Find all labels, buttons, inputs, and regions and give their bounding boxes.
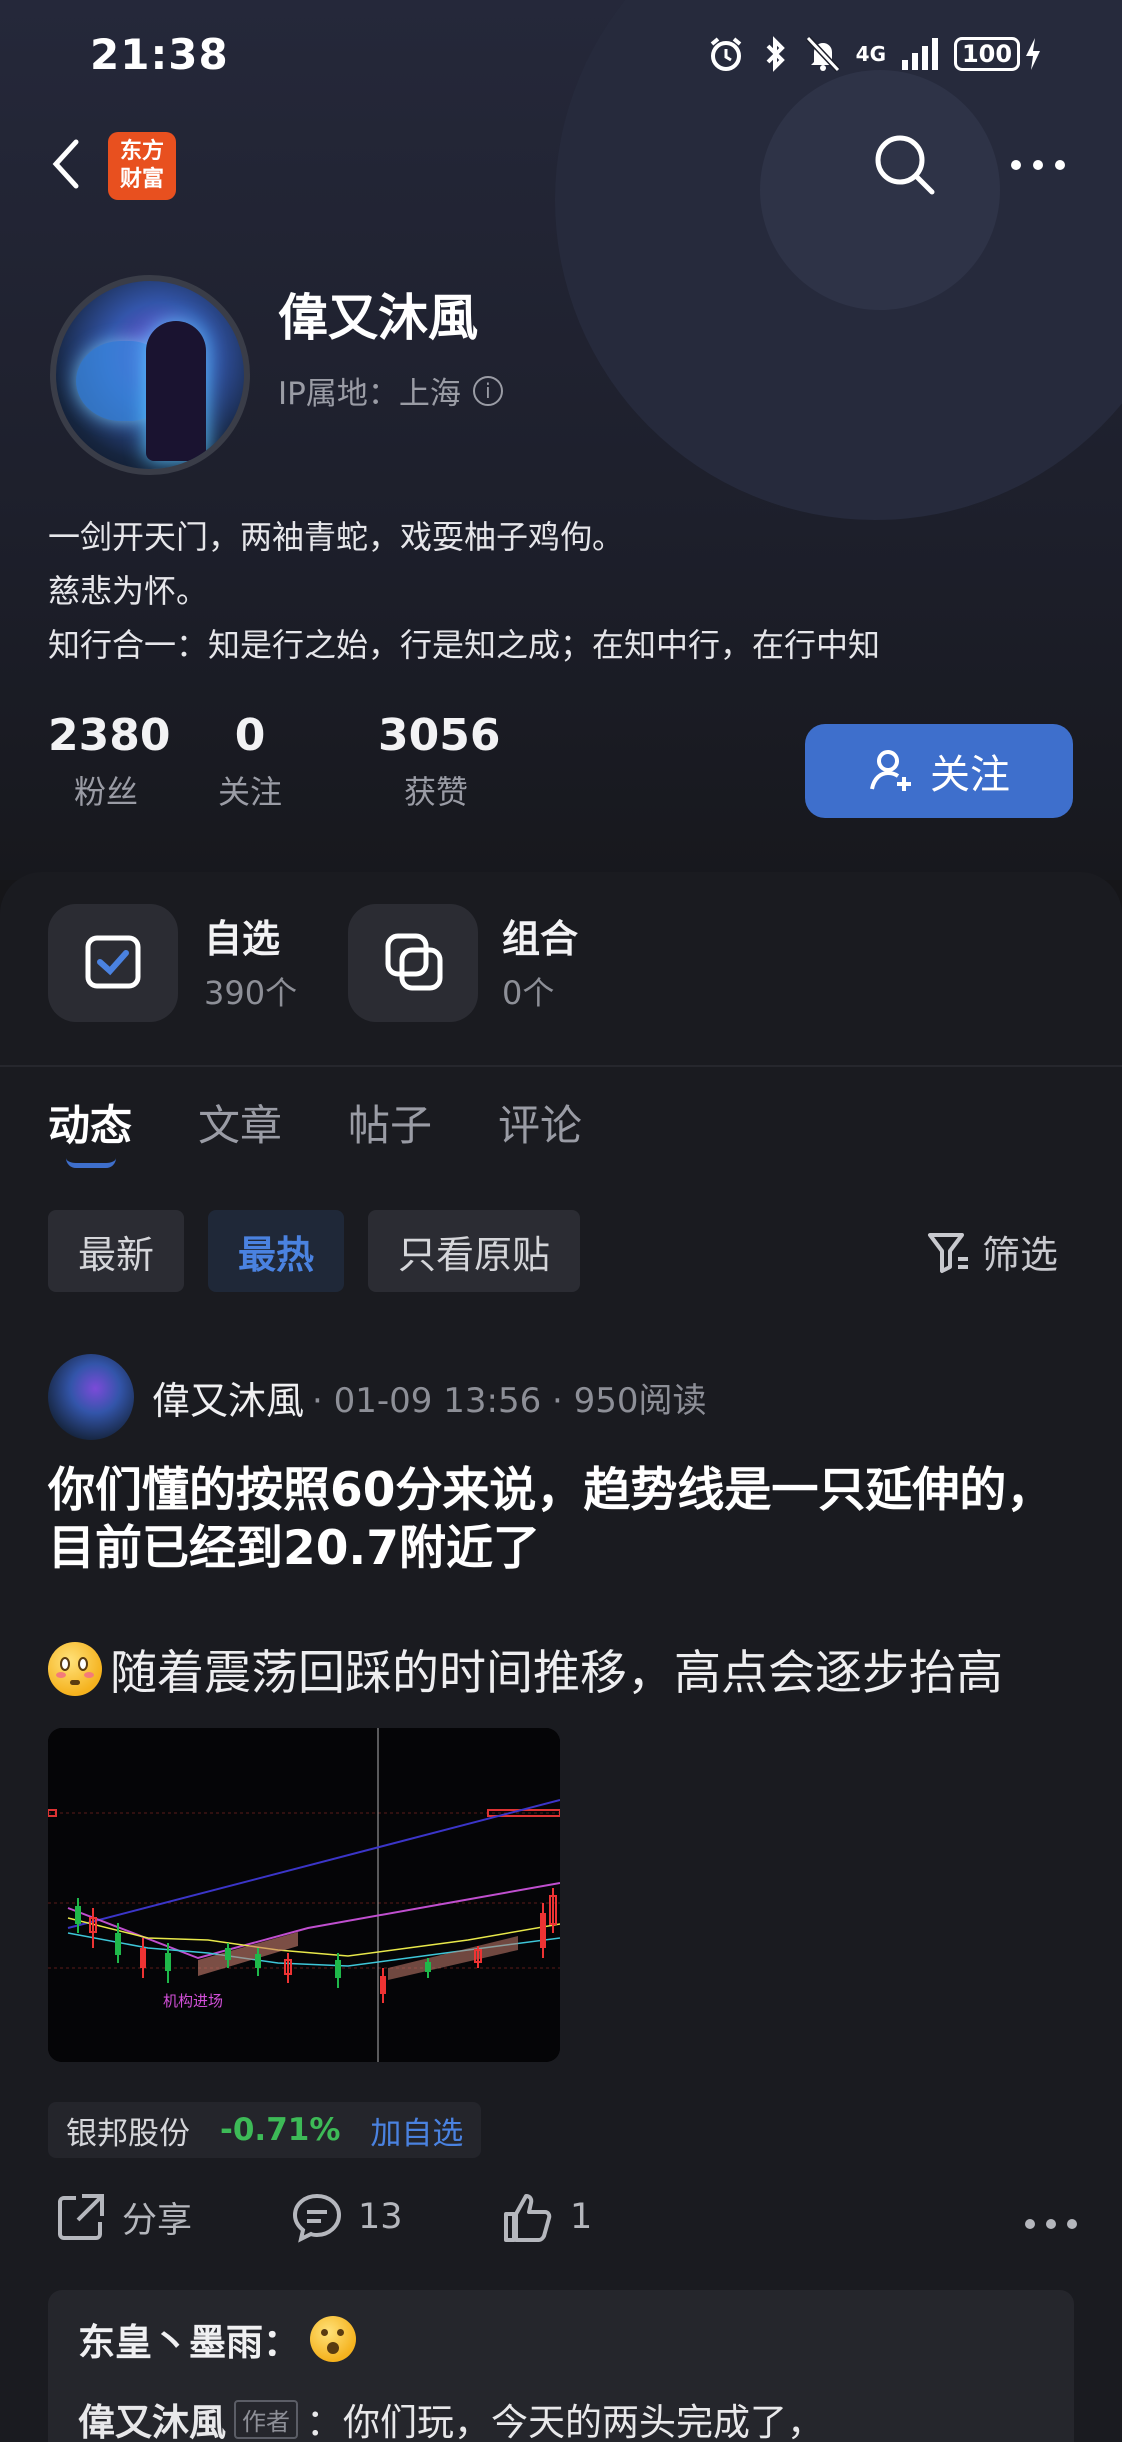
filter-label: 筛选 [982, 1233, 1059, 1277]
avatar[interactable] [50, 275, 250, 475]
info-icon[interactable]: i [472, 375, 503, 406]
portfolio-tile[interactable] [348, 904, 478, 1022]
watchlist-title[interactable]: 自选 [204, 908, 280, 963]
profile-stats: 2380 粉丝 0 关注 3056 获赞 [48, 710, 501, 813]
battery-icon: 100 [954, 37, 1042, 71]
more-icon[interactable] [1008, 140, 1068, 190]
bio-line: 一剑开天门，两袖青蛇，戏耍柚子鸡佝。 [48, 518, 625, 556]
back-icon[interactable] [46, 134, 90, 194]
signal-icon [902, 38, 938, 70]
status-time: 21:38 [90, 30, 229, 79]
share-label: 分享 [122, 2200, 193, 2241]
stat-likes[interactable]: 3056 获赞 [378, 710, 501, 813]
ip-location: IP属地：上海 i [278, 368, 503, 413]
flushed-emoji-icon [48, 1641, 102, 1696]
bio-line: 慈悲为怀。 [48, 572, 209, 610]
author-avatar[interactable] [48, 1354, 134, 1440]
post-author-row[interactable]: 偉又沐風 · 01-09 13:56 · 950阅读 [48, 1354, 707, 1440]
top-nav-bar: 东方 财富 [0, 120, 1122, 210]
comment-reply: 偉又沐風 作者 ：你们玩，今天的两头完成了， [78, 2392, 824, 2442]
stat-label: 粉丝 [73, 773, 138, 811]
profile-bio: 一剑开天门，两袖青蛇，戏耍柚子鸡佝。 慈悲为怀。 知行合一：知是行之始，行是知之… [48, 510, 880, 672]
post-chart-image[interactable]: 机构进场 [48, 1728, 560, 2062]
follow-button[interactable]: 关注 [805, 724, 1073, 818]
thumbs-up-icon [504, 2194, 552, 2242]
portfolio-icon [385, 933, 443, 991]
battery-level: 100 [954, 37, 1020, 71]
stat-following[interactable]: 0 关注 [212, 710, 288, 813]
chart-caption: 机构进场 [163, 1992, 223, 2010]
follow-label: 关注 [930, 752, 1010, 798]
post-body-text: 随着震荡回踩的时间推移，高点会逐步抬高 [110, 1646, 1003, 1701]
reply-author[interactable]: 偉又沐風 [78, 2392, 226, 2442]
post-title[interactable]: 你们懂的按照60分来说，趋势线是一只延伸的，目前已经到20.7附近了 [48, 1462, 1078, 1578]
comment-count: 13 [358, 2197, 403, 2237]
status-icons: 4G 100 [706, 34, 1042, 74]
bio-line: 知行合一：知是行之始，行是知之成；在知中行，在行中知 [48, 626, 881, 664]
stat-label: 获赞 [403, 773, 468, 811]
ip-location-text: IP属地：上海 [278, 376, 461, 412]
reply-text: ：你们玩，今天的两头完成了， [306, 2401, 824, 2442]
like-button[interactable]: 1 [500, 2190, 592, 2244]
like-count: 1 [570, 2197, 593, 2237]
post-meta: · 01-09 13:56 · 950阅读 [312, 1380, 707, 1421]
comment-preview[interactable]: 东皇丶墨雨： 偉又沐風 作者 ：你们玩，今天的两头完成了， [48, 2290, 1074, 2442]
filter-chips: 最新 最热 只看原贴 [48, 1210, 581, 1292]
comment-button[interactable]: 13 [290, 2190, 403, 2244]
profile-name: 偉又沐風 [278, 289, 478, 347]
divider [0, 1065, 1122, 1067]
tab-dynamics[interactable]: 动态 [48, 1092, 132, 1153]
author-tag: 作者 [234, 2399, 298, 2439]
add-user-icon [870, 750, 911, 791]
kline-chart-image: 机构进场 [48, 1728, 560, 2062]
watchlist-count: 390个 [204, 974, 298, 1012]
stock-change: -0.71% [220, 2112, 341, 2148]
add-to-watchlist-button[interactable]: 加自选 [370, 2108, 463, 2153]
tab-indicator [66, 1158, 116, 1168]
content-tabs: 动态 文章 帖子 评论 [48, 1092, 582, 1153]
stat-value: 0 [234, 710, 266, 761]
comment-line: 东皇丶墨雨： [78, 2312, 364, 2366]
watchlist-tile[interactable] [48, 904, 178, 1022]
avatar-figure [146, 321, 206, 461]
portfolio-title[interactable]: 组合 [502, 908, 578, 963]
share-button[interactable]: 分享 [54, 2190, 192, 2244]
post-actions: 分享 13 1 [48, 2190, 1078, 2260]
post-body[interactable]: 随着震荡回踩的时间推移，高点会逐步抬高 [48, 1634, 1003, 1703]
chip-hot[interactable]: 最热 [208, 1210, 345, 1292]
tab-comments[interactable]: 评论 [498, 1092, 582, 1153]
more-icon[interactable] [1024, 2214, 1078, 2234]
comment-icon [292, 2193, 342, 2243]
checkbox-icon [85, 935, 141, 989]
stock-name[interactable]: 银邦股份 [66, 2108, 190, 2153]
charging-icon [1026, 38, 1040, 70]
app-logo[interactable]: 东方 财富 [108, 132, 176, 200]
alarm-icon [710, 37, 741, 71]
stat-value: 2380 [48, 710, 171, 761]
filter-icon [928, 1232, 968, 1273]
stat-value: 3056 [378, 710, 501, 761]
filter-button[interactable]: 筛选 [926, 1224, 1058, 1279]
post-author-name[interactable]: 偉又沐風 [152, 1370, 304, 1425]
portfolio-count: 0个 [502, 974, 555, 1012]
tab-posts[interactable]: 帖子 [348, 1092, 432, 1153]
search-icon[interactable] [870, 130, 940, 200]
chip-original-only[interactable]: 只看原贴 [368, 1210, 581, 1292]
status-bar: 21:38 4G 100 [0, 0, 1122, 115]
mute-icon [805, 35, 840, 73]
share-icon [58, 2194, 104, 2240]
comment-author[interactable]: 东皇丶墨雨： [78, 2312, 300, 2366]
stock-tag[interactable]: 银邦股份 -0.71% 加自选 [48, 2102, 482, 2158]
chip-latest[interactable]: 最新 [48, 1210, 185, 1292]
surprised-emoji-icon [310, 2316, 356, 2362]
network-label: 4G [855, 42, 886, 66]
stat-label: 关注 [217, 773, 282, 811]
tab-articles[interactable]: 文章 [198, 1092, 282, 1153]
bluetooth-icon [766, 36, 785, 72]
stat-fans[interactable]: 2380 粉丝 [48, 710, 171, 813]
